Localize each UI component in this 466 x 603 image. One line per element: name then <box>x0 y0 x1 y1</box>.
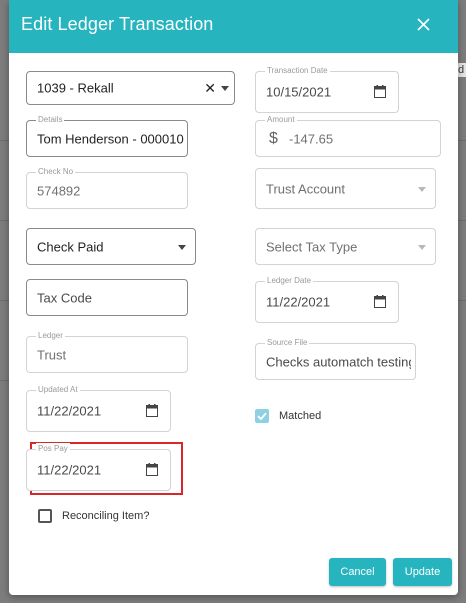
chevron-down-icon <box>178 244 186 250</box>
transaction-type-value: Check Paid <box>37 239 104 254</box>
updated-at-label: Updated At <box>36 384 80 396</box>
cancel-button[interactable]: Cancel <box>329 558 386 586</box>
amount-value: -147.65 <box>289 131 334 146</box>
reconciling-item-label: Reconciling Item? <box>62 510 150 522</box>
tax-code-input[interactable]: Tax Code <box>26 279 188 316</box>
close-icon <box>417 18 430 31</box>
ledger-field[interactable]: Ledger Trust <box>26 330 188 373</box>
pos-pay-value: 11/22/2021 <box>37 462 102 478</box>
trust-account-placeholder: Trust Account <box>266 181 345 196</box>
tax-type-select[interactable]: Select Tax Type <box>255 228 436 265</box>
chevron-down-icon <box>418 186 426 192</box>
ledger-date-field[interactable]: Ledger Date 11/22/2021 <box>255 275 399 323</box>
ledger-label: Ledger <box>36 330 65 342</box>
source-file-field[interactable]: Source File Checks automatch testing <box>255 337 416 380</box>
updated-at-field[interactable]: Updated At 11/22/2021 <box>26 384 171 432</box>
source-file-label: Source File <box>265 337 310 349</box>
calendar-icon[interactable] <box>146 404 158 417</box>
backdrop-divider <box>0 380 9 381</box>
backdrop-divider <box>458 140 466 141</box>
calendar-icon[interactable] <box>374 295 386 308</box>
amount-label: Amount <box>265 114 297 126</box>
ledger-date-label: Ledger Date <box>265 275 314 287</box>
dialog-header: Edit Ledger Transaction <box>9 0 458 53</box>
matched-checkbox[interactable] <box>255 409 269 423</box>
trust-account-select[interactable]: Trust Account <box>255 168 436 209</box>
backdrop-divider <box>0 300 9 301</box>
check-no-label: Check No <box>36 166 76 178</box>
ledger-date-value: 11/22/2021 <box>266 294 331 310</box>
clear-icon[interactable]: ✕ <box>204 80 216 97</box>
ledger-value: Trust <box>37 347 67 362</box>
backdrop-divider <box>458 300 466 301</box>
backdrop-divider <box>0 140 9 141</box>
edit-ledger-transaction-dialog: Edit Ledger Transaction 1039 - Rekall ✕ … <box>9 0 458 595</box>
chevron-down-icon <box>418 244 426 250</box>
pos-pay-label: Pos Pay <box>36 443 70 455</box>
transaction-date-field[interactable]: Transaction Date 10/15/2021 <box>255 65 399 113</box>
reconciling-item-checkbox[interactable] <box>38 509 52 523</box>
chevron-down-icon <box>221 86 229 91</box>
update-button[interactable]: Update <box>393 558 452 586</box>
close-button[interactable] <box>412 13 436 37</box>
check-no-field[interactable]: Check No 574892 <box>26 166 188 209</box>
check-no-value: 574892 <box>37 183 81 198</box>
tax-code-placeholder: Tax Code <box>37 290 92 305</box>
check-icon <box>257 412 267 421</box>
matched-label: Matched <box>279 410 322 422</box>
transaction-date-value: 10/15/2021 <box>266 84 332 100</box>
details-label: Details <box>36 114 65 126</box>
tax-type-placeholder: Select Tax Type <box>266 239 358 254</box>
account-select[interactable]: 1039 - Rekall ✕ <box>26 71 235 105</box>
backdrop-divider <box>458 220 466 221</box>
details-field[interactable]: Details Tom Henderson - 000010 <box>26 114 188 157</box>
transaction-date-label: Transaction Date <box>265 65 330 77</box>
pos-pay-field[interactable]: Pos Pay 11/22/2021 <box>26 443 171 491</box>
details-value: Tom Henderson - 000010 <box>37 131 184 146</box>
dialog-title: Edit Ledger Transaction <box>21 14 214 34</box>
dollar-icon: $ <box>269 130 278 147</box>
backdrop-text-fragment: d <box>458 63 466 77</box>
amount-field[interactable]: Amount $ -147.65 <box>255 114 441 157</box>
updated-at-value: 11/22/2021 <box>37 403 102 419</box>
account-select-value: 1039 - Rekall <box>37 80 114 96</box>
source-file-value: Checks automatch testing <box>266 354 411 369</box>
calendar-icon[interactable] <box>374 85 386 98</box>
calendar-icon[interactable] <box>146 463 158 476</box>
transaction-type-select[interactable]: Check Paid <box>26 228 196 265</box>
backdrop-divider <box>0 220 9 221</box>
